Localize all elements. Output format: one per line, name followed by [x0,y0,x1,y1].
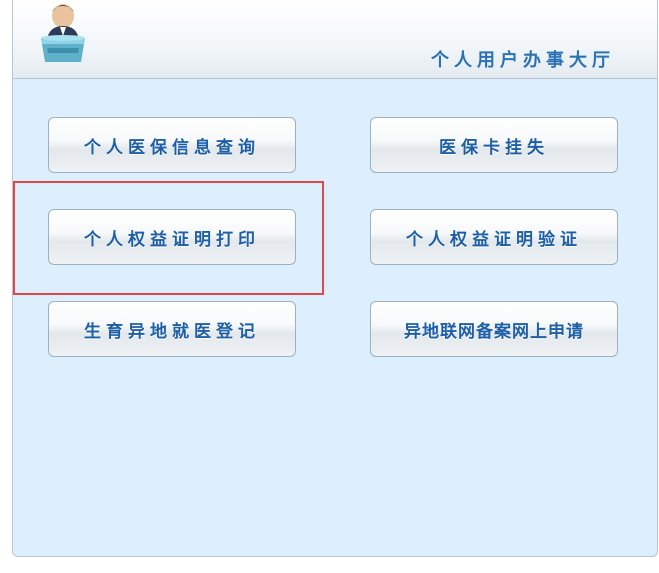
maternity-remote-registration-button[interactable]: 生育异地就医登记 [48,301,296,357]
page-title: 个人用户办事大厅 [431,50,615,71]
panel-header: 个人用户办事大厅 [13,0,657,79]
service-clerk-avatar-icon [41,4,85,62]
card-report-loss-button[interactable]: 医保卡挂失 [370,117,618,173]
rights-certificate-verify-button[interactable]: 个人权益证明验证 [370,209,618,265]
remote-network-filing-button[interactable]: 异地联网备案网上申请 [370,301,618,357]
selection-highlight-box [13,181,324,295]
personal-insurance-query-button[interactable]: 个人医保信息查询 [48,117,296,173]
